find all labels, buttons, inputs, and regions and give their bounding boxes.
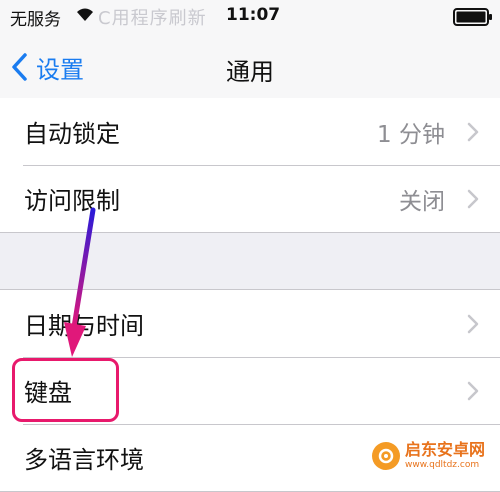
watermark-name: 启东安卓网	[405, 440, 486, 459]
chevron-right-icon	[467, 314, 479, 334]
watermark-url: www.qdltdz.com	[405, 460, 480, 470]
row-label: 自动锁定	[24, 120, 120, 148]
settings-group-lock: 自动锁定 1 分钟 访问限制 关闭	[0, 98, 500, 233]
row-label: 多语言环境	[24, 446, 144, 474]
watermark: 启东安卓网 www.qdltdz.com	[372, 436, 498, 476]
status-bar: 无服务 C用程序刷新 11:07	[0, 0, 500, 36]
chevron-right-icon	[467, 189, 479, 209]
keyboard-highlight-box	[12, 358, 119, 422]
row-auto-lock[interactable]: 自动锁定 1 分钟	[0, 98, 500, 165]
page-title: 通用	[226, 58, 274, 86]
carrier-label: 无服务	[10, 10, 61, 30]
row-label: 访问限制	[24, 187, 120, 215]
row-value: 1 分钟	[377, 121, 445, 148]
battery-icon	[453, 8, 492, 26]
row-value: 关闭	[399, 188, 445, 215]
status-faded-text: C用程序刷新	[98, 8, 207, 29]
clock: 11:07	[226, 5, 281, 25]
navigation-bar: 设置 通用	[0, 36, 500, 99]
chevron-right-icon	[467, 122, 479, 142]
row-restrictions[interactable]: 访问限制 关闭	[0, 165, 500, 232]
watermark-logo-icon	[372, 442, 400, 470]
row-label: 日期与时间	[24, 312, 144, 340]
wifi-icon	[77, 8, 93, 21]
row-date-time[interactable]: 日期与时间	[0, 290, 500, 357]
chevron-right-icon	[467, 381, 479, 401]
